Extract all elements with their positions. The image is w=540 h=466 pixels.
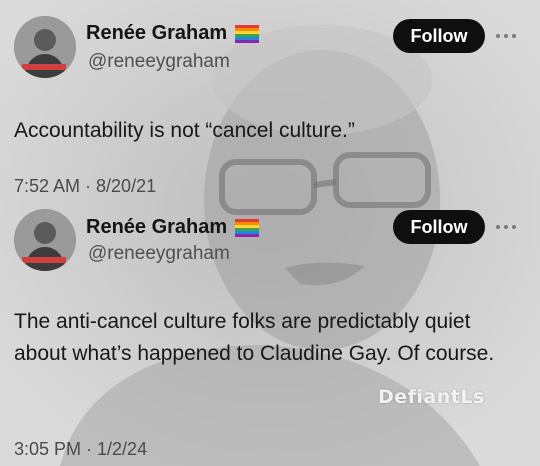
tweet-timestamp[interactable]: 3:05 PM · 1/2/24 (14, 439, 147, 460)
tweet-text: The anti-cancel culture folks are predic… (14, 310, 495, 365)
user-handle[interactable]: @reneeygraham (88, 51, 230, 73)
avatar[interactable] (14, 209, 76, 271)
more-options-icon[interactable] (496, 31, 516, 41)
rainbow-flag-icon (235, 218, 260, 237)
tweet-timestamp[interactable]: 7:52 AM · 8/20/21 (14, 176, 156, 197)
display-name[interactable]: Renée Graham (86, 22, 227, 45)
tweet-card: Renée Graham @reneeygraham Follow The an… (0, 205, 540, 466)
more-options-icon[interactable] (496, 222, 516, 232)
tweet-card: Renée Graham @reneeygraham Follow Accoun… (0, 0, 540, 205)
follow-button[interactable]: Follow (393, 210, 485, 244)
author-name-row: Renée Graham (86, 216, 260, 239)
author-name-row: Renée Graham (86, 22, 260, 45)
display-name[interactable]: Renée Graham (86, 216, 227, 239)
user-handle[interactable]: @reneeygraham (88, 243, 230, 265)
tweet-text: Accountability is not “cancel culture.” (14, 119, 355, 142)
watermark: DefiantLs (378, 386, 485, 408)
follow-button[interactable]: Follow (393, 19, 485, 53)
rainbow-flag-icon (235, 24, 260, 43)
avatar[interactable] (14, 16, 76, 78)
